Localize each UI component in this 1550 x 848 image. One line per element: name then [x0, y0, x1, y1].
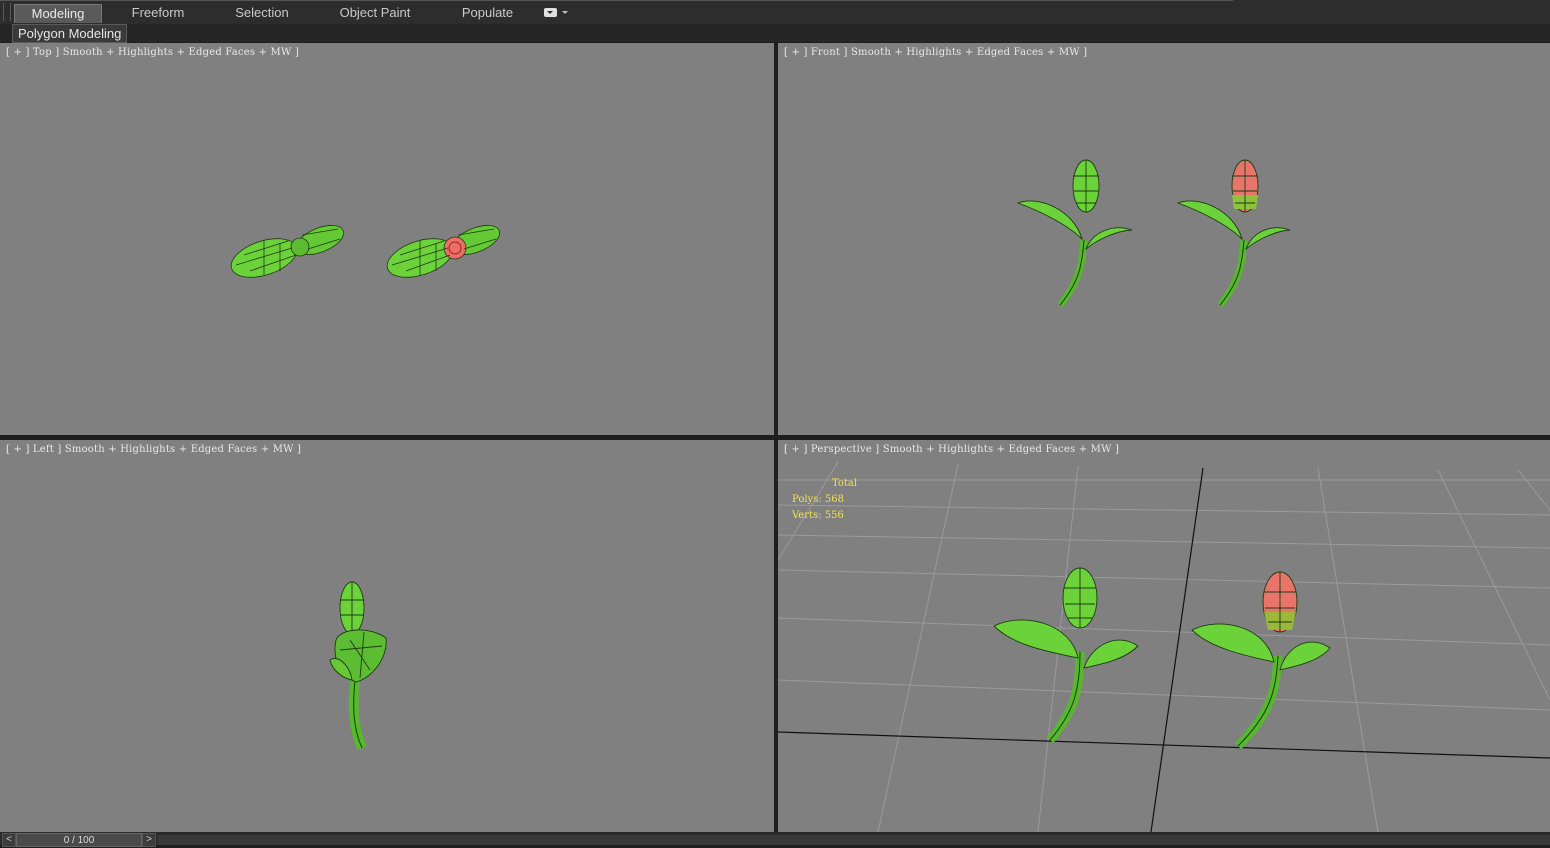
- viewport-perspective[interactable]: [ + ] Perspective ] Smooth + Highlights …: [778, 440, 1550, 832]
- persp-plant-green: [993, 567, 1139, 743]
- stats-verts: Verts: 556: [792, 510, 844, 521]
- viewport-front[interactable]: [ + ] Front ] Smooth + Highlights + Edge…: [778, 43, 1550, 435]
- left-plant: [329, 581, 387, 751]
- ribbon-panel-bar: Polygon Modeling: [0, 24, 1550, 43]
- ribbon-top-line: [0, 0, 1233, 1]
- ribbon-toolbar: Modeling Freeform Selection Object Paint…: [0, 0, 1550, 25]
- left-view-mesh: [329, 581, 387, 751]
- tab-selection[interactable]: Selection: [222, 4, 302, 22]
- stats-polys: Polys: 568: [792, 494, 844, 505]
- tab-modeling[interactable]: Modeling: [14, 4, 102, 23]
- front-plant-red: [1176, 159, 1291, 308]
- time-slider-bar: < 0 / 100 >: [0, 832, 1550, 847]
- persp-plant-red: [1191, 571, 1331, 750]
- top-plant-red: [386, 225, 501, 278]
- ribbon-options-dropdown[interactable]: [544, 7, 570, 19]
- front-view-meshes: [1016, 159, 1291, 308]
- stats-total-label: Total: [832, 478, 858, 489]
- front-plant-green: [1016, 159, 1133, 308]
- perspective-view: [778, 461, 1550, 832]
- viewport-perspective-label[interactable]: [ + ] Perspective ] Smooth + Highlights …: [784, 444, 1119, 455]
- grid-axis-y: [1150, 467, 1204, 832]
- top-plant-green: [230, 225, 345, 278]
- tab-populate[interactable]: Populate: [450, 4, 525, 22]
- ribbon-options-icon: [544, 8, 557, 17]
- tab-object-paint[interactable]: Object Paint: [330, 4, 420, 22]
- ribbon-grip-handle[interactable]: [3, 3, 11, 21]
- tab-freeform[interactable]: Freeform: [118, 4, 198, 22]
- polygon-modeling-panel[interactable]: Polygon Modeling: [12, 24, 128, 43]
- perspective-grid: [778, 461, 1550, 832]
- chevron-down-icon: [562, 11, 568, 14]
- viewport-top[interactable]: [ + ] Top ] Smooth + Highlights + Edged …: [0, 43, 774, 435]
- timeline-track[interactable]: [158, 835, 1550, 845]
- poly-stats-overlay: Total Polys: 568 Verts: 556: [792, 476, 857, 524]
- viewport-left[interactable]: [ + ] Left ] Smooth + Highlights + Edged…: [0, 440, 774, 832]
- top-view-meshes: [230, 225, 501, 278]
